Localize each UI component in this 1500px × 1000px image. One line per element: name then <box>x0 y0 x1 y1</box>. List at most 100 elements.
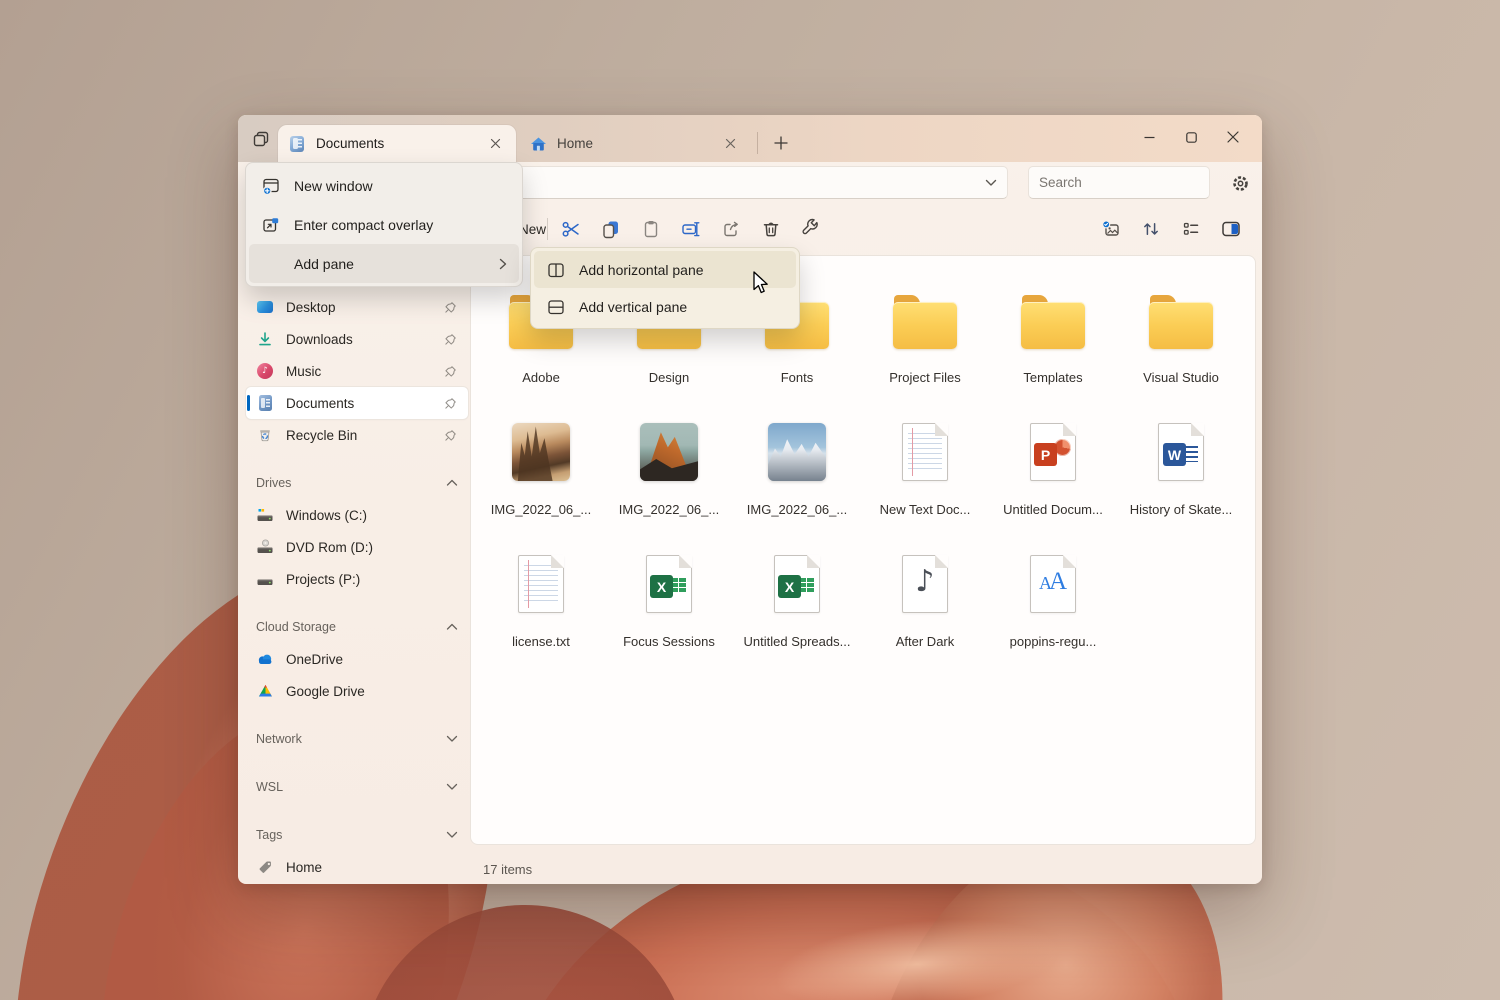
new-window-icon <box>261 176 281 196</box>
sidebar-item-documents[interactable]: Documents <box>246 387 468 419</box>
main-area: Adobe Design Fonts Project Files Templat… <box>238 253 1262 884</box>
sidebar-section-wsl[interactable]: WSL <box>246 771 468 803</box>
grid-item-folder[interactable]: Visual Studio <box>1117 282 1245 414</box>
sidebar-section-network[interactable]: Network <box>246 723 468 755</box>
pin-icon[interactable] <box>442 299 458 315</box>
pin-icon[interactable] <box>442 427 458 443</box>
sidebar-item-google-drive[interactable]: Google Drive <box>246 675 468 707</box>
rename-button[interactable] <box>671 211 711 247</box>
chevron-right-icon <box>493 258 507 270</box>
window-options-menu: New window Enter compact overlay Add pan… <box>245 162 523 287</box>
status-item-count: 17 items <box>483 862 532 877</box>
onedrive-icon <box>256 650 274 668</box>
tab-home[interactable]: Home <box>519 125 751 162</box>
maximize-icon <box>1186 132 1197 143</box>
minimize-button[interactable] <box>1128 121 1170 153</box>
sort-icon <box>1140 218 1162 240</box>
close-icon <box>1227 131 1239 143</box>
menu-item-add-pane[interactable]: Add pane <box>249 244 519 283</box>
thumbnails-check-button[interactable] <box>1091 211 1131 247</box>
text-file-icon <box>902 423 948 481</box>
sidebar-item-dvd-d[interactable]: DVD Rom (D:) <box>246 531 468 563</box>
pin-icon[interactable] <box>442 363 458 379</box>
tab-label: Home <box>557 136 719 151</box>
share-icon <box>720 218 742 240</box>
share-button[interactable] <box>711 211 751 247</box>
chevron-up-icon <box>446 479 458 487</box>
menu-item-label: Add pane <box>294 256 493 272</box>
grid-item-image[interactable]: IMG_2022_06_... <box>477 414 605 546</box>
grid-item-image[interactable]: IMG_2022_06_... <box>733 414 861 546</box>
sidebar-item-downloads[interactable]: Downloads <box>246 323 468 355</box>
address-bar[interactable] <box>478 166 1008 199</box>
windows-drive-icon <box>256 506 274 524</box>
settings-button[interactable] <box>1224 168 1256 198</box>
close-tab-icon[interactable] <box>484 133 506 155</box>
grid-item-folder[interactable]: Templates <box>989 282 1117 414</box>
sidebar-item-projects-p[interactable]: Projects (P:) <box>246 563 468 595</box>
sidebar-section-drives[interactable]: Drives <box>246 467 468 499</box>
toolbar-view-actions <box>1091 211 1251 247</box>
home-icon <box>529 135 547 153</box>
sidebar-item-recycle-bin[interactable]: Recycle Bin <box>246 419 468 451</box>
sidebar-section-tags[interactable]: Tags <box>246 819 468 851</box>
preview-pane-button[interactable] <box>1211 211 1251 247</box>
excel-file-icon: X <box>774 555 820 613</box>
close-tab-icon[interactable] <box>719 133 741 155</box>
chevron-down-icon <box>446 783 458 791</box>
sidebar-section-cloud-storage[interactable]: Cloud Storage <box>246 611 468 643</box>
view-options-button[interactable] <box>1171 211 1211 247</box>
tag-icon <box>256 858 274 876</box>
text-file-icon <box>518 555 564 613</box>
sidebar-item-music[interactable]: ♪ Music <box>246 355 468 387</box>
pin-icon[interactable] <box>442 331 458 347</box>
recycle-bin-icon <box>256 426 274 444</box>
word-file-icon: W <box>1158 423 1204 481</box>
search-input[interactable] <box>1039 175 1216 190</box>
desktop: { "titlebar": { "tabs": [ { "label": "Do… <box>0 0 1500 1000</box>
sidebar: Desktop Downloads ♪ Music Documents Recy… <box>246 291 468 883</box>
new-tab-button[interactable] <box>766 128 796 158</box>
minimize-icon <box>1144 132 1155 143</box>
grid-item-file[interactable]: license.txt <box>477 546 605 678</box>
maximize-button[interactable] <box>1170 121 1212 153</box>
music-icon: ♪ <box>256 362 274 380</box>
google-drive-icon <box>256 682 274 700</box>
font-file-icon: AA <box>1030 555 1076 613</box>
sort-button[interactable] <box>1131 211 1171 247</box>
menu-item-compact-overlay[interactable]: Enter compact overlay <box>249 205 519 244</box>
tab-documents[interactable]: Documents <box>278 125 516 162</box>
document-icon <box>288 135 306 153</box>
grid-item-file[interactable]: PUntitled Docum... <box>989 414 1117 546</box>
grid-item-image[interactable]: IMG_2022_06_... <box>605 414 733 546</box>
copy-button[interactable] <box>591 211 631 247</box>
sidebar-toggle-icon[interactable] <box>248 126 274 152</box>
desktop-icon <box>256 298 274 316</box>
sidebar-item-desktop[interactable]: Desktop <box>246 291 468 323</box>
grid-item-file[interactable]: XFocus Sessions <box>605 546 733 678</box>
folder-icon <box>893 295 957 349</box>
close-window-button[interactable] <box>1212 121 1254 153</box>
downloads-icon <box>256 330 274 348</box>
chevron-down-icon[interactable] <box>985 179 997 187</box>
grid-item-file[interactable]: WHistory of Skate... <box>1117 414 1245 546</box>
grid-item-folder[interactable]: Project Files <box>861 282 989 414</box>
cut-button[interactable] <box>551 211 591 247</box>
sidebar-item-tag-home[interactable]: Home <box>246 851 468 883</box>
grid-item-file[interactable]: ♪After Dark <box>861 546 989 678</box>
mouse-cursor <box>752 271 774 295</box>
paste-button[interactable] <box>631 211 671 247</box>
grid-item-file[interactable]: New Text Doc... <box>861 414 989 546</box>
properties-button[interactable] <box>791 211 831 247</box>
sidebar-item-onedrive[interactable]: OneDrive <box>246 643 468 675</box>
delete-button[interactable] <box>751 211 791 247</box>
sidebar-item-windows-c[interactable]: Windows (C:) <box>246 499 468 531</box>
pin-icon[interactable] <box>442 395 458 411</box>
tab-label: Documents <box>316 136 484 151</box>
grid-item-file[interactable]: AApoppins-regu... <box>989 546 1117 678</box>
documents-icon <box>256 394 274 412</box>
menu-item-new-window[interactable]: New window <box>249 166 519 205</box>
folder-icon <box>1149 295 1213 349</box>
grid-item-file[interactable]: XUntitled Spreads... <box>733 546 861 678</box>
menu-item-icon-spacer <box>261 254 281 274</box>
